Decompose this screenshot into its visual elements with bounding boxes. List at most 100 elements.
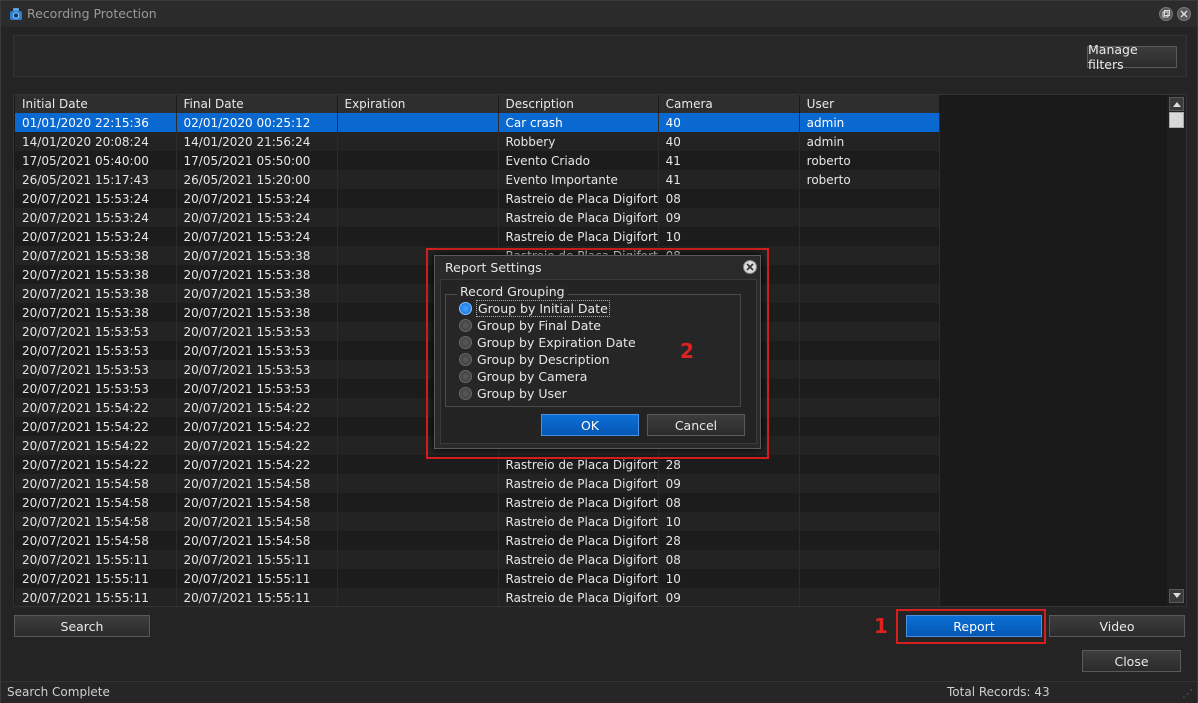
dialog-cancel-button[interactable]: Cancel <box>647 414 745 436</box>
column-header[interactable]: Description <box>498 95 659 113</box>
table-cell: admin <box>799 132 940 151</box>
table-cell <box>799 208 940 227</box>
grouping-option[interactable]: Group by User <box>459 385 568 402</box>
table-row[interactable]: 17/05/2021 05:40:00 17/05/2021 05:50:00 Ev… <box>15 151 940 170</box>
table-cell: 02/01/2020 00:25:12 <box>176 113 338 132</box>
table-row[interactable]: 20/07/2021 15:54:58 20/07/2021 15:54:58 Ra… <box>15 531 940 550</box>
table-cell <box>799 550 940 569</box>
radio-button[interactable] <box>459 302 472 315</box>
table-row[interactable]: 20/07/2021 15:53:24 20/07/2021 15:53:24 Ra… <box>15 227 940 246</box>
table-cell <box>799 189 940 208</box>
table-cell <box>337 227 499 246</box>
grouping-option[interactable]: Group by Final Date <box>459 317 602 334</box>
table-row[interactable]: 01/01/2020 22:15:36 02/01/2020 00:25:12 Ca… <box>15 113 940 132</box>
table-cell: Evento Criado <box>498 151 659 170</box>
column-header[interactable]: Camera <box>658 95 800 113</box>
table-row[interactable]: 20/07/2021 15:53:24 20/07/2021 15:53:24 Ra… <box>15 189 940 208</box>
title-bar[interactable]: Recording Protection <box>1 1 1197 27</box>
report-button[interactable]: Report <box>906 615 1042 637</box>
radio-button[interactable] <box>459 387 472 400</box>
video-button[interactable]: Video <box>1049 615 1185 637</box>
table-cell: 20/07/2021 15:54:22 <box>15 455 177 474</box>
table-cell: 20/07/2021 15:54:22 <box>176 398 338 417</box>
table-cell: 41 <box>658 151 800 170</box>
table-row[interactable]: 20/07/2021 15:55:11 20/07/2021 15:55:11 Ra… <box>15 569 940 588</box>
table-row[interactable]: 26/05/2021 15:17:43 26/05/2021 15:20:00 Ev… <box>15 170 940 189</box>
close-button[interactable]: Close <box>1082 650 1181 672</box>
table-cell: 20/07/2021 15:53:38 <box>15 284 177 303</box>
radio-button[interactable] <box>459 370 472 383</box>
table-cell: Rastreio de Placa Digifort <box>498 588 659 606</box>
grouping-option-label: Group by Description <box>477 352 610 367</box>
status-bar: Search Complete Total Records: 43 ⋰ <box>1 681 1197 703</box>
table-cell: Rastreio de Placa Digifort <box>498 208 659 227</box>
table-row[interactable]: 20/07/2021 15:54:58 20/07/2021 15:54:58 Ra… <box>15 474 940 493</box>
radio-button[interactable] <box>459 353 472 366</box>
table-row[interactable]: 20/07/2021 15:54:58 20/07/2021 15:54:58 Ra… <box>15 512 940 531</box>
radio-button[interactable] <box>459 336 472 349</box>
table-cell: 20/07/2021 15:53:38 <box>176 303 338 322</box>
table-cell <box>799 531 940 550</box>
column-header[interactable]: Final Date <box>176 95 338 113</box>
table-row[interactable]: 20/07/2021 15:53:24 20/07/2021 15:53:24 Ra… <box>15 208 940 227</box>
table-cell: Rastreio de Placa Digifort <box>498 550 659 569</box>
table-cell: Rastreio de Placa Digifort <box>498 474 659 493</box>
table-cell: Rastreio de Placa Digifort <box>498 227 659 246</box>
table-cell: 20/07/2021 15:53:38 <box>176 246 338 265</box>
table-cell: 20/07/2021 15:53:24 <box>15 189 177 208</box>
scroll-up-icon[interactable] <box>1169 97 1184 111</box>
table-cell: Rastreio de Placa Digifort <box>498 189 659 208</box>
table-cell <box>799 265 940 284</box>
restore-icon[interactable] <box>1159 7 1173 21</box>
grouping-option[interactable]: Group by Expiration Date <box>459 334 637 351</box>
table-cell: 20/07/2021 15:54:58 <box>15 512 177 531</box>
resize-grip-icon[interactable]: ⋰ <box>1182 687 1193 700</box>
table-cell: 01/01/2020 22:15:36 <box>15 113 177 132</box>
record-grouping-title: Record Grouping <box>457 284 568 299</box>
table-cell <box>799 379 940 398</box>
table-cell <box>799 360 940 379</box>
table-cell: 20/07/2021 15:54:58 <box>176 512 338 531</box>
column-header[interactable]: User <box>799 95 940 113</box>
table-cell: 20/07/2021 15:53:53 <box>176 341 338 360</box>
search-button[interactable]: Search <box>14 615 150 637</box>
table-cell <box>337 493 499 512</box>
table-cell: 20/07/2021 15:53:53 <box>15 322 177 341</box>
table-cell: Rastreio de Placa Digifort <box>498 512 659 531</box>
vertical-scrollbar[interactable] <box>1167 95 1186 606</box>
table-row[interactable]: 20/07/2021 15:55:11 20/07/2021 15:55:11 Ra… <box>15 588 940 606</box>
grouping-option[interactable]: Group by Description <box>459 351 611 368</box>
table-cell <box>799 284 940 303</box>
table-cell: 20/07/2021 15:55:11 <box>15 588 177 606</box>
column-header[interactable]: Expiration <box>337 95 499 113</box>
table-cell <box>337 189 499 208</box>
table-cell <box>337 208 499 227</box>
scroll-thumb[interactable] <box>1169 112 1184 128</box>
table-row[interactable]: 20/07/2021 15:55:11 20/07/2021 15:55:11 Ra… <box>15 550 940 569</box>
table-cell <box>337 151 499 170</box>
scroll-down-icon[interactable] <box>1169 589 1184 603</box>
table-cell: Rastreio de Placa Digifort <box>498 531 659 550</box>
table-cell <box>799 474 940 493</box>
table-cell <box>799 303 940 322</box>
column-header[interactable]: Initial Date <box>15 95 177 113</box>
grouping-option-label: Group by Initial Date <box>476 300 610 317</box>
table-cell: 20/07/2021 15:53:53 <box>176 322 338 341</box>
table-row[interactable]: 14/01/2020 20:08:24 14/01/2020 21:56:24 Ro… <box>15 132 940 151</box>
grouping-option[interactable]: Group by Initial Date <box>459 300 610 317</box>
table-cell: 20/07/2021 15:54:22 <box>15 417 177 436</box>
manage-filters-button[interactable]: Manage filters <box>1087 42 1177 72</box>
close-icon[interactable] <box>1177 7 1191 21</box>
table-cell: 20/07/2021 15:54:22 <box>15 398 177 417</box>
table-row[interactable]: 20/07/2021 15:54:58 20/07/2021 15:54:58 Ra… <box>15 493 940 512</box>
dialog-close-icon[interactable] <box>743 260 757 274</box>
table-cell: 08 <box>658 550 800 569</box>
radio-button[interactable] <box>459 319 472 332</box>
table-header-row: Initial Date Final Date Expiration Descript… <box>15 95 940 113</box>
grouping-option[interactable]: Group by Camera <box>459 368 588 385</box>
window-title: Recording Protection <box>27 6 157 21</box>
table-cell <box>799 417 940 436</box>
table-cell: 10 <box>658 569 800 588</box>
dialog-ok-button[interactable]: OK <box>541 414 639 436</box>
table-cell: 17/05/2021 05:50:00 <box>176 151 338 170</box>
